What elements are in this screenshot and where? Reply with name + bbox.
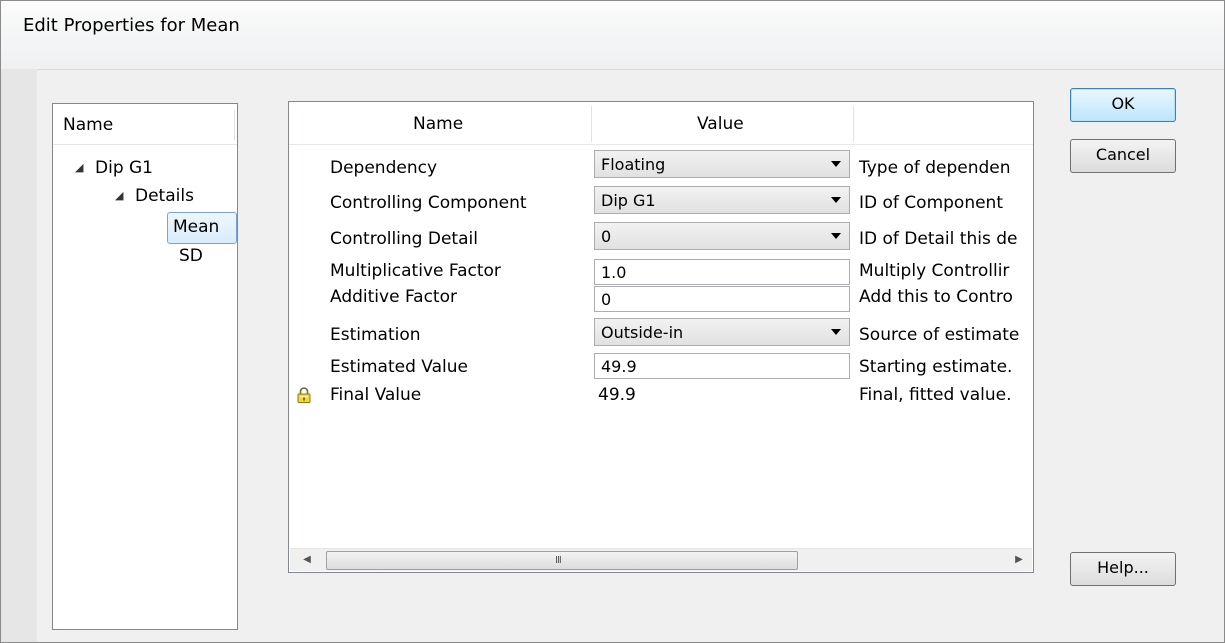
title-bar[interactable]: Edit Properties for Mean (1, 1, 1224, 70)
frame-left (1, 69, 37, 642)
estimated-value-input[interactable] (594, 353, 850, 379)
tree-node-label: Details (135, 186, 194, 206)
property-description: Type of dependen (859, 158, 1011, 178)
property-description: Starting estimate. (859, 357, 1013, 377)
scrollbar-grip: III (555, 555, 562, 566)
scroll-right-icon[interactable]: ▶ (1008, 549, 1030, 571)
property-name-estimated-value: Estimated Value (330, 357, 468, 377)
property-description: ID of Component (859, 193, 1003, 213)
estimated-value-field[interactable] (595, 354, 849, 378)
multiplicative-factor-field[interactable] (595, 260, 849, 284)
dependency-combo[interactable]: Floating (594, 150, 850, 178)
property-name-multiplicative-factor: Multiplicative Factor (330, 261, 501, 281)
tree-node-mean[interactable]: Mean (167, 212, 237, 244)
dropdown-arrow-icon[interactable] (831, 233, 841, 239)
estimation-combo[interactable]: Outside-in (594, 318, 850, 346)
combo-value: 0 (601, 227, 612, 246)
column-header-value[interactable]: Value (697, 114, 744, 134)
column-separator[interactable] (853, 106, 854, 142)
scroll-left-icon[interactable]: ◀ (296, 549, 318, 571)
property-name-estimation: Estimation (330, 325, 421, 345)
property-name-controlling-component: Controlling Component (330, 193, 527, 213)
horizontal-scrollbar[interactable]: ◀ III ▶ (290, 548, 1032, 571)
lock-icon (297, 387, 311, 403)
property-description: ID of Detail this de (859, 229, 1018, 249)
component-tree[interactable]: Name ◢ Dip G1 ◢ Details Mean SD (52, 103, 238, 630)
dropdown-arrow-icon[interactable] (831, 329, 841, 335)
combo-value: Floating (601, 155, 666, 174)
tree-header[interactable]: Name (53, 104, 237, 145)
scrollbar-thumb[interactable]: III (326, 551, 798, 570)
controlling-component-combo[interactable]: Dip G1 (594, 186, 850, 214)
property-description: Multiply Controllir (859, 261, 1010, 281)
properties-grid[interactable]: Name Value Dependency Floating Type of d… (288, 101, 1034, 573)
dialog-title: Edit Properties for Mean (23, 15, 240, 36)
tree-node-label: SD (179, 246, 203, 266)
combo-value: Outside-in (601, 323, 684, 342)
dropdown-arrow-icon[interactable] (831, 161, 841, 167)
combo-value: Dip G1 (601, 191, 656, 210)
help-button[interactable]: Help... (1070, 552, 1176, 586)
tree-node-label: Mean (173, 217, 220, 237)
grid-header: Name Value (289, 102, 1033, 145)
column-separator[interactable] (591, 106, 592, 142)
additive-factor-input[interactable] (594, 286, 850, 312)
property-name-additive-factor: Additive Factor (330, 287, 457, 307)
expanded-triangle-icon[interactable]: ◢ (75, 161, 83, 174)
property-name-controlling-detail: Controlling Detail (330, 229, 478, 249)
ok-button[interactable]: OK (1070, 88, 1176, 122)
final-value-readonly: 49.9 (598, 385, 636, 405)
property-name-dependency: Dependency (330, 158, 438, 178)
dropdown-arrow-icon[interactable] (831, 197, 841, 203)
tree-header-name: Name (63, 115, 114, 135)
tree-node-sd[interactable]: SD (179, 246, 203, 266)
multiplicative-factor-input[interactable] (594, 259, 850, 285)
additive-factor-field[interactable] (595, 287, 849, 311)
expanded-triangle-icon[interactable]: ◢ (115, 189, 123, 202)
property-description: Source of estimate (859, 325, 1020, 345)
tree-node-label: Dip G1 (95, 158, 153, 178)
property-description: Add this to Contro (859, 287, 1013, 307)
column-header-name[interactable]: Name (413, 114, 463, 134)
cancel-button[interactable]: Cancel (1070, 139, 1176, 173)
property-description: Final, fitted value. (859, 385, 1012, 405)
edit-properties-dialog: Edit Properties for Mean Name ◢ Dip G1 ◢… (0, 0, 1225, 643)
property-name-final-value: Final Value (330, 385, 422, 405)
tree-header-separator (234, 110, 237, 140)
controlling-detail-combo[interactable]: 0 (594, 222, 850, 250)
